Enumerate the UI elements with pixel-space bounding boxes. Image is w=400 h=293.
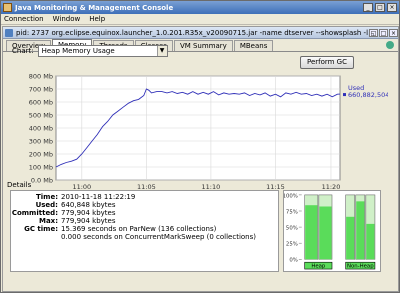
nonheap-bar-fill <box>346 216 355 260</box>
detail-row: Used: 640,848 kbytes <box>11 201 278 209</box>
detail-value: 779,904 kbytes <box>61 209 116 217</box>
nonheap-bar-fill <box>356 201 365 260</box>
pool-tick-label: 25% <box>286 242 298 248</box>
detail-value: 779,904 kbytes <box>61 217 116 225</box>
y-tick-label: 400 Mb <box>29 125 53 133</box>
pool-tick-label: 75% <box>286 209 298 215</box>
menu-window[interactable]: Window <box>53 15 81 23</box>
details-panel: Time: 2010-11-18 11:22:19 Used: 640,848 kby… <box>10 190 279 272</box>
detail-value: 640,848 kbytes <box>61 201 116 209</box>
heap-bar-fill <box>305 205 318 260</box>
close-button[interactable]: × <box>387 3 397 12</box>
legend-marker <box>343 93 346 97</box>
menu-help[interactable]: Help <box>89 15 105 23</box>
chart-label: Chart: <box>12 47 34 55</box>
app-icon <box>3 3 12 12</box>
inner-close-button[interactable]: × <box>389 28 398 37</box>
detail-row: GC time: 15.369 seconds on ParNew (136 co… <box>11 225 278 233</box>
y-tick-label: 800 Mb <box>29 73 53 81</box>
chevron-down-icon: ▼ <box>156 46 167 56</box>
detail-row: 0.000 seconds on ConcurrentMarkSweep (0 … <box>11 233 278 241</box>
heap-bar-fill <box>319 206 332 260</box>
heap-label: Heap <box>311 264 326 270</box>
detail-row: Max: 779,904 kbytes <box>11 217 278 225</box>
menu-bar: Connection Window Help <box>1 14 399 25</box>
connection-title: pid: 2737 org.eclipse.equinox.launcher_1… <box>16 28 368 37</box>
iconify-button[interactable]: ◱ <box>369 28 378 37</box>
y-tick-label: 200 Mb <box>29 151 53 159</box>
chart-select[interactable]: Heap Memory Usage ▼ <box>37 45 168 57</box>
chart-panel: Chart: Heap Memory Usage ▼ Perform GC 0.… <box>6 44 393 191</box>
pool-tick-label: 100% <box>283 193 298 199</box>
window-title: Java Monitoring & Management Console <box>15 3 174 12</box>
detail-label <box>11 233 61 241</box>
nonheap-bar-fill <box>366 223 375 260</box>
perform-gc-button[interactable]: Perform GC <box>300 56 354 69</box>
title-bar: Java Monitoring & Management Console _ □… <box>1 1 399 14</box>
detail-label: Used: <box>35 201 58 209</box>
pool-tick-label: 50% <box>286 226 298 232</box>
chart-select-value: Heap Memory Usage <box>41 47 115 55</box>
detail-label: Max: <box>38 217 58 225</box>
y-tick-label: 500 Mb <box>29 112 53 120</box>
detail-value: 15.369 seconds on ParNew (136 collection… <box>61 225 217 233</box>
detail-row: Committed: 779,904 kbytes <box>11 209 278 217</box>
inner-maximize-button[interactable]: □ <box>379 28 388 37</box>
detail-value: 2010-11-18 11:22:19 <box>61 193 136 201</box>
y-tick-label: 0.0 Mb <box>31 177 53 185</box>
app-window: Java Monitoring & Management Console _ □… <box>0 0 400 293</box>
detail-value: 0.000 seconds on ConcurrentMarkSweep (0 … <box>61 233 256 241</box>
detail-label: Time: <box>35 193 58 201</box>
heap-memory-chart: 0.0 Mb 100 Mb 200 Mb 300 Mb 400 Mb 500 Mb 600 … <box>29 73 388 192</box>
connection-title-bar: pid: 2737 org.eclipse.equinox.launcher_1… <box>3 27 398 39</box>
detail-label: GC time: <box>24 225 58 233</box>
nonheap-label: Non-Heap <box>347 264 374 270</box>
maximize-button[interactable]: □ <box>375 3 385 12</box>
detail-label: Committed: <box>11 209 58 217</box>
connection-icon <box>5 28 13 37</box>
memory-pools-chart: 100% 75% 50% 25% 0% Heap Non-Heap <box>283 190 381 272</box>
legend-series-value: 660,882,504 <box>348 91 388 99</box>
y-tick-label: 600 Mb <box>29 99 53 107</box>
menu-connection[interactable]: Connection <box>4 15 44 23</box>
pool-tick-label: 0% <box>289 258 298 264</box>
y-tick-label: 100 Mb <box>29 164 53 172</box>
detail-row: Time: 2010-11-18 11:22:19 <box>11 193 278 201</box>
minimize-button[interactable]: _ <box>363 3 373 12</box>
y-tick-label: 300 Mb <box>29 138 53 146</box>
details-heading: Details <box>7 181 32 189</box>
y-tick-label: 700 Mb <box>29 86 53 94</box>
